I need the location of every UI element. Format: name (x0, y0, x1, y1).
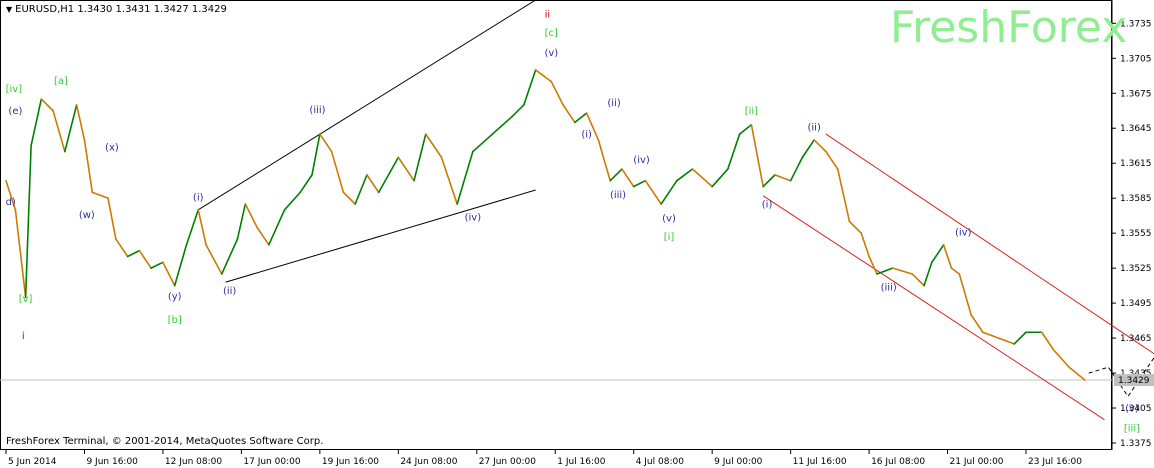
x-tick-label: 21 Jul 00:00 (950, 457, 1004, 467)
y-tick-label: 1.3675 (1120, 89, 1152, 99)
wave-label: (w) (79, 210, 95, 221)
wave-label: (i) (762, 200, 773, 211)
ohlc-values: 1.3430 1.3431 1.3427 1.3429 (77, 4, 227, 15)
y-tick-label: 1.3615 (1120, 159, 1152, 169)
wave-label: (y) (168, 292, 182, 303)
y-tick-label: 1.3405 (1120, 404, 1152, 414)
wave-label: (x) (105, 142, 119, 153)
wave-label: [iii] (1124, 423, 1140, 434)
copyright-note: FreshForex Terminal, © 2001-2014, MetaQu… (6, 436, 324, 447)
wave-label: (iii) (610, 190, 626, 201)
symbol-header: ▼ EURUSD,H1 1.3430 1.3431 1.3427 1.3429 (6, 4, 227, 15)
wave-label: (iv) (633, 155, 650, 166)
x-tick-label: 11 Jul 16:00 (793, 457, 847, 467)
wave-label: [c] (545, 28, 558, 39)
wave-label: (v) (662, 214, 676, 225)
wave-label: [b] (168, 315, 182, 326)
brand-watermark: FreshForex (890, 2, 1128, 53)
y-tick-label: 1.3465 (1120, 334, 1152, 344)
y-tick-label: 1.3585 (1120, 194, 1152, 204)
x-tick-label: 5 Jun 2014 (8, 457, 57, 467)
x-tick-label: 27 Jun 00:00 (479, 457, 536, 467)
wave-label: [ii] (745, 106, 758, 117)
wave-label: (ii) (807, 123, 820, 134)
time-axis: 5 Jun 2014 9 Jun 16:00 12 Jun 08:00 17 Jun … (5, 450, 1082, 467)
wave-label: (iii) (881, 282, 897, 293)
wave-label: (ii) (607, 98, 620, 109)
wave-label: [iv] (6, 84, 23, 95)
wave-label: (v) (544, 48, 558, 59)
x-tick-label: 23 Jul 16:00 (1028, 457, 1082, 467)
y-tick-label: 1.3525 (1120, 264, 1152, 274)
x-tick-label: 4 Jul 08:00 (636, 457, 685, 467)
wave-label: (iv) (465, 212, 482, 223)
wave-label: (i) (193, 193, 204, 204)
y-tick-label: 1.3375 (1120, 439, 1152, 449)
x-tick-label: 9 Jul 00:00 (714, 457, 763, 467)
current-price-tag: 1.3429 (1114, 374, 1154, 387)
wave-label: [i] (664, 232, 675, 243)
x-tick-label: 17 Jun 00:00 (243, 457, 300, 467)
x-tick-label: 16 Jul 08:00 (871, 457, 925, 467)
x-tick-label: 12 Jun 08:00 (165, 457, 222, 467)
wave-label: ii (545, 9, 551, 20)
wave-label: i (22, 331, 25, 342)
y-tick-label: 1.3705 (1120, 54, 1152, 64)
x-tick-label: 24 Jun 08:00 (400, 457, 457, 467)
wave-label: (e) (8, 106, 22, 117)
current-price-tag-text: 1.3429 (1118, 376, 1150, 386)
x-tick-label: 9 Jun 16:00 (86, 457, 138, 467)
triangle-down-icon: ▼ (6, 5, 13, 14)
wave-label: d) (6, 197, 16, 208)
y-tick-label: 1.3645 (1120, 124, 1152, 134)
wave-label: (iv) (955, 227, 972, 238)
x-tick-label: 1 Jul 16:00 (557, 457, 606, 467)
plot-frame (0, 0, 1112, 450)
symbol-timeframe: EURUSD,H1 (15, 4, 75, 15)
wave-label: (iii) (309, 105, 325, 116)
wave-label: [a] (54, 76, 68, 87)
wave-label: (i) (581, 130, 592, 141)
wave-label: (ii) (223, 286, 236, 297)
price-chart[interactable]: [iv] [a] (e) (x) d) (w) [v] i (y) [b] (i) (ii) (iii)… (0, 0, 1154, 468)
wave-label: [v] (19, 294, 33, 305)
x-tick-label: 19 Jun 16:00 (322, 457, 379, 467)
y-tick-label: 1.3495 (1120, 299, 1152, 309)
y-tick-label: 1.3555 (1120, 229, 1152, 239)
